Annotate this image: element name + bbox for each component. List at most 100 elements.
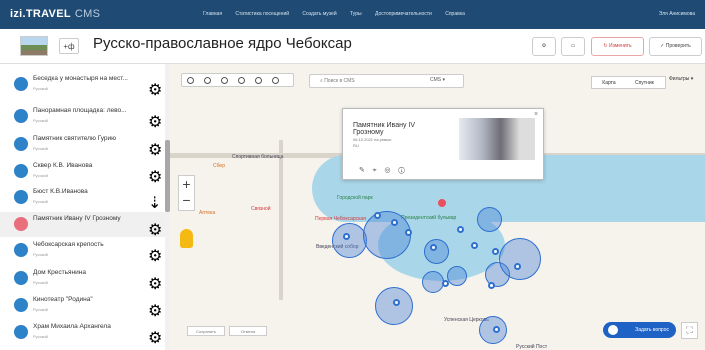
map-tab[interactable]: Карта bbox=[592, 77, 626, 89]
main-nav: Главная Статистика посещений Создать муз… bbox=[203, 11, 477, 17]
cancel-button[interactable]: Отмена bbox=[229, 326, 267, 336]
map-pin[interactable] bbox=[488, 282, 495, 289]
user-menu[interactable]: Эля Анисимова bbox=[659, 11, 695, 17]
list-item-fortress[interactable]: Чебоксарская крепость Русский ⚙ bbox=[0, 238, 166, 265]
item-gear-icon[interactable]: ⚙ bbox=[148, 274, 162, 293]
list-item-panorama[interactable]: Панорамная площадка: лево... Русский ⚙ bbox=[0, 104, 166, 131]
street-view-icon[interactable] bbox=[180, 229, 193, 248]
layers-tool-icon[interactable] bbox=[272, 77, 279, 84]
list-marker bbox=[14, 190, 28, 204]
list-marker bbox=[14, 243, 28, 257]
list-marker bbox=[14, 109, 28, 123]
top-navigation: izi.TRAVEL CMS Главная Статистика посещен… bbox=[0, 0, 705, 29]
map-pin[interactable] bbox=[493, 326, 500, 333]
map-cluster-marker[interactable] bbox=[422, 271, 444, 293]
nav-create-museum[interactable]: Создать музей bbox=[302, 11, 336, 17]
item-gear-icon[interactable]: ⚙ bbox=[148, 80, 162, 99]
item-download-icon[interactable]: ⇣ bbox=[148, 193, 161, 212]
map-place-label: Президентский бульвар bbox=[401, 215, 457, 221]
popup-title: Памятник Ивану IV Грозному bbox=[353, 122, 416, 136]
list-item-archangel-church[interactable]: Храм Михаила Архангела Русский ⚙ bbox=[0, 320, 166, 347]
save-button[interactable]: Сохранить bbox=[187, 326, 225, 336]
map-pin[interactable] bbox=[442, 280, 449, 287]
nav-attractions[interactable]: Достопримечательности bbox=[375, 11, 432, 17]
map-place-label: Городской парк bbox=[337, 195, 373, 201]
list-marker bbox=[14, 298, 28, 312]
edit-button[interactable]: ↻ Изменить bbox=[591, 37, 644, 56]
map-place-label: Сбер bbox=[213, 163, 225, 169]
map-cluster-marker[interactable] bbox=[363, 211, 411, 259]
map-pin[interactable] bbox=[393, 299, 400, 306]
cms-filter-dropdown[interactable]: CMS ▾ bbox=[430, 77, 445, 83]
map-pin[interactable] bbox=[405, 229, 412, 236]
list-item-gazebo[interactable]: Беседка у монастыря на мест... Русский ⚙ bbox=[0, 72, 166, 99]
search-icon: ⌕ bbox=[320, 78, 323, 84]
map-pin[interactable] bbox=[343, 233, 350, 240]
zoom-in-button[interactable]: + bbox=[179, 176, 194, 192]
nav-home[interactable]: Главная bbox=[203, 11, 222, 17]
item-gear-icon[interactable]: ⚙ bbox=[148, 301, 162, 320]
map-info-popup: Памятник Ивану IV Грозному 06.10.2021 на… bbox=[342, 108, 544, 180]
map-pin[interactable] bbox=[492, 248, 499, 255]
map-road bbox=[279, 140, 283, 300]
selected-map-pin[interactable] bbox=[438, 199, 446, 207]
list-item-ivan-iv-monument[interactable]: Памятник Ивану IV Грозному ⚙ bbox=[0, 212, 166, 239]
list-item-ivanov-square[interactable]: Сквер К.В. Иванова Русский ⚙ bbox=[0, 159, 166, 186]
list-item-ivanov-bust[interactable]: Бюст К.В.Иванова Русский ⇣ bbox=[0, 185, 166, 212]
popup-close-icon[interactable]: × bbox=[534, 111, 538, 118]
list-marker bbox=[14, 164, 28, 178]
item-gear-icon[interactable]: ⚙ bbox=[148, 112, 162, 131]
nav-stats[interactable]: Статистика посещений bbox=[235, 11, 289, 17]
popup-monument-image bbox=[459, 118, 535, 160]
pan-tool-icon[interactable] bbox=[187, 77, 194, 84]
area-tool-icon[interactable] bbox=[238, 77, 245, 84]
edit-icon[interactable]: ✎ bbox=[359, 167, 365, 174]
map-pin[interactable] bbox=[430, 244, 437, 251]
map-pin[interactable] bbox=[514, 263, 521, 270]
target-tool-icon[interactable] bbox=[255, 77, 262, 84]
filters-dropdown[interactable]: Фильтры ▾ bbox=[669, 76, 693, 82]
zoom-out-button[interactable]: − bbox=[179, 192, 194, 208]
marker-tool-icon[interactable] bbox=[221, 77, 228, 84]
language-selector[interactable]: +ф bbox=[59, 38, 79, 54]
map-pin[interactable] bbox=[457, 226, 464, 233]
map-cluster-marker[interactable] bbox=[424, 239, 449, 264]
info-icon[interactable]: ⓘ bbox=[398, 167, 405, 174]
settings-button[interactable]: ⚙ bbox=[532, 37, 556, 56]
nav-tours[interactable]: Туры bbox=[350, 11, 362, 17]
page-header: +ф Русско-православное ядро Чебоксар ⚙ ▭… bbox=[0, 29, 705, 64]
nav-help[interactable]: Справка bbox=[445, 11, 465, 17]
map-pin[interactable] bbox=[471, 242, 478, 249]
item-gear-icon[interactable]: ⚙ bbox=[148, 167, 162, 186]
map-canvas[interactable]: Спортивная больница Сбер Связной Аптека … bbox=[170, 64, 705, 350]
map-cluster-marker[interactable] bbox=[477, 207, 502, 232]
satellite-tab[interactable]: Спутник bbox=[627, 77, 661, 89]
list-item-peasant-house[interactable]: Дом Крестьянина Русский ⚙ bbox=[0, 266, 166, 293]
map-type-tabs: Карта Спутник bbox=[591, 76, 666, 89]
map-cluster-marker[interactable] bbox=[447, 266, 467, 286]
list-marker bbox=[14, 137, 28, 151]
list-item-saint-gury-monument[interactable]: Памятник святителю Гурию Русский ⚙ bbox=[0, 132, 166, 159]
app-brand[interactable]: izi.TRAVEL CMS bbox=[10, 8, 100, 20]
map-cluster-marker[interactable] bbox=[375, 287, 413, 325]
list-marker bbox=[14, 325, 28, 339]
map-pin[interactable] bbox=[374, 212, 381, 219]
map-place-label: Спортивная больница bbox=[232, 154, 284, 160]
item-gear-icon[interactable]: ⚙ bbox=[148, 220, 162, 239]
item-gear-icon[interactable]: ⚙ bbox=[148, 328, 162, 347]
status-icon[interactable]: ◎ bbox=[384, 167, 390, 174]
location-icon[interactable]: ⌖ bbox=[373, 167, 377, 174]
page-title: Русско-православное ядро Чебоксар bbox=[93, 35, 352, 52]
question-icon bbox=[608, 325, 618, 335]
map-place-label: Связной bbox=[251, 206, 271, 212]
fullscreen-icon[interactable]: ⛶ bbox=[681, 322, 698, 339]
line-tool-icon[interactable] bbox=[204, 77, 211, 84]
map-pin[interactable] bbox=[391, 219, 398, 226]
check-button[interactable]: ✓ Проверить bbox=[649, 37, 702, 56]
item-gear-icon[interactable]: ⚙ bbox=[148, 140, 162, 159]
item-gear-icon[interactable]: ⚙ bbox=[148, 246, 162, 265]
list-item-cinema-rodina[interactable]: Кинотеатр "Родина" Русский ⚙ bbox=[0, 293, 166, 320]
preview-button[interactable]: ▭ bbox=[561, 37, 585, 56]
map-cluster-marker[interactable] bbox=[332, 223, 367, 258]
map-cluster-marker[interactable] bbox=[499, 238, 541, 280]
